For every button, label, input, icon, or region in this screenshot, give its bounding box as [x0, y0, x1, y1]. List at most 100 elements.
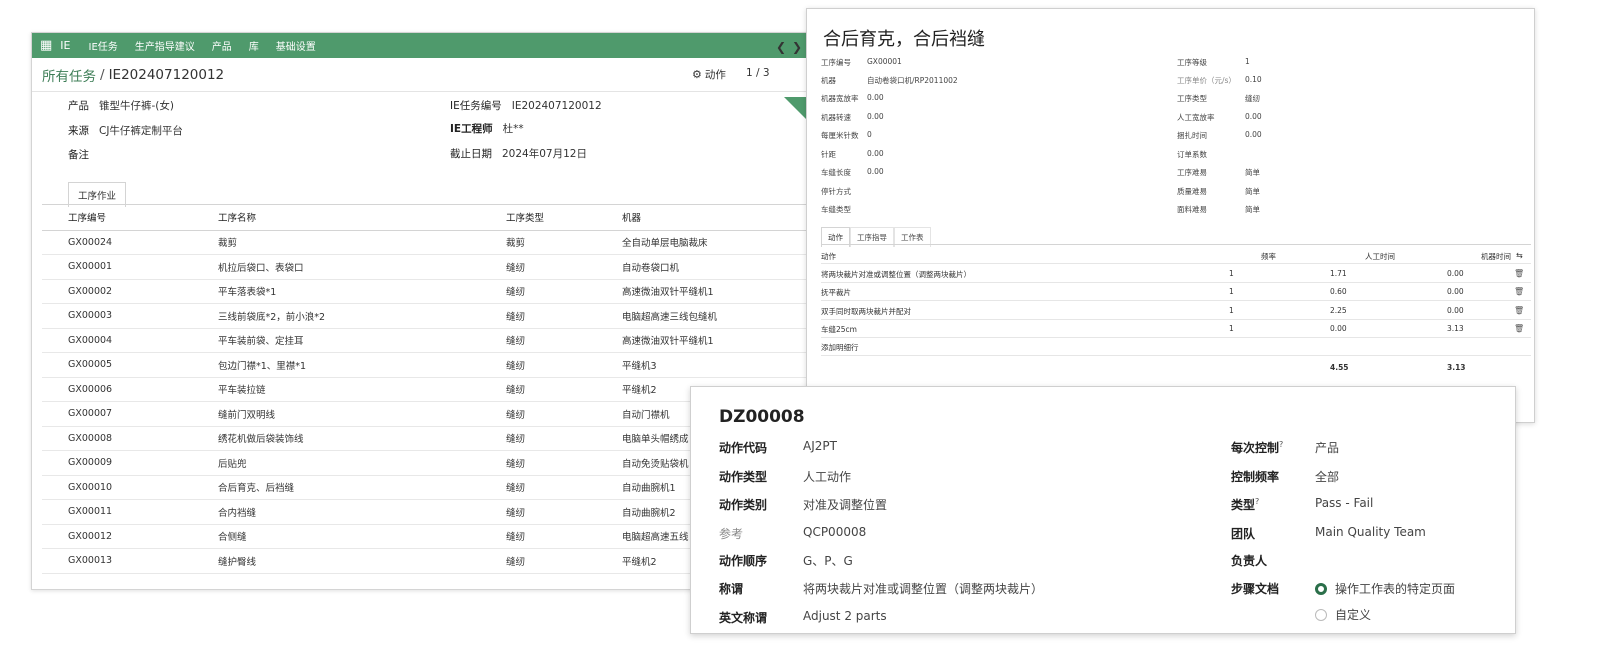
- action-field-value[interactable]: 全部: [1315, 468, 1339, 485]
- action-field-value[interactable]: 人工动作: [803, 468, 851, 485]
- op-field-value[interactable]: 0.00: [867, 167, 884, 176]
- op-row-divider: [821, 319, 1531, 320]
- radio-specific-page[interactable]: 操作工作表的特定页面: [1315, 580, 1455, 597]
- table-header-row: 工序编号 工序名称 工序类型 机器: [42, 205, 882, 231]
- op-field-value[interactable]: 简单: [1245, 186, 1260, 197]
- action-field-value[interactable]: 对准及调整位置: [803, 496, 887, 513]
- top-navbar: ▦ IE IE任务 生产指导建议 产品 库 基础设置: [32, 33, 882, 58]
- tab-bar: 工序作业: [68, 181, 127, 207]
- trash-icon[interactable]: 🗑: [1514, 287, 1524, 296]
- nav-item-products[interactable]: 产品: [212, 38, 232, 53]
- op-field-value[interactable]: 0: [867, 130, 872, 139]
- nav-item-settings[interactable]: 基础设置: [276, 38, 316, 53]
- engineer-value[interactable]: 杜**: [503, 123, 524, 135]
- op-col-header-frequency[interactable]: 频率: [1261, 251, 1276, 262]
- op-cell-action: 车缝25cm: [821, 325, 857, 334]
- action-field-label: 每次控制: [1231, 441, 1280, 455]
- task-no-label: IE任务编号: [450, 100, 502, 112]
- col-header-op-type[interactable]: 工序类型: [480, 205, 596, 231]
- op-field-label: 订单系数: [1177, 150, 1207, 159]
- gear-icon: ⚙: [692, 68, 702, 81]
- nav-item-library[interactable]: 库: [249, 38, 259, 53]
- op-field-right: 面料难易 简单: [1177, 204, 1260, 215]
- op-field-value[interactable]: 1: [1245, 57, 1250, 66]
- chevron-right-icon[interactable]: ❯: [792, 40, 802, 54]
- apps-grid-icon[interactable]: ▦: [40, 38, 52, 53]
- cell-op-no: GX00009: [42, 450, 192, 476]
- cell-op-type: 缝纫: [480, 328, 596, 353]
- help-mark[interactable]: ?: [1279, 440, 1283, 449]
- op-field-value[interactable]: GX00001: [867, 57, 902, 66]
- app-name[interactable]: IE: [60, 39, 70, 52]
- op-cell-manual-time: 1.71: [1330, 269, 1347, 278]
- action-field-value[interactable]: Main Quality Team: [1315, 525, 1426, 539]
- action-field-label: 类型: [1231, 498, 1256, 512]
- op-field-left: 车缝长度 0.00: [821, 167, 884, 178]
- action-field-value[interactable]: 将两块裁片对准或调整位置（调整两块裁片）: [803, 580, 1043, 597]
- op-cell-machine-time: 0.00: [1447, 287, 1464, 296]
- radio-custom[interactable]: 自定义: [1315, 606, 1371, 623]
- table-row[interactable]: GX00003 三线前袋底*2，前小浪*2 缝纫 电脑超高速三线包缝机: [42, 303, 882, 329]
- radio-unselected-icon[interactable]: [1315, 608, 1327, 621]
- op-field-value[interactable]: 0.00: [867, 149, 884, 158]
- cell-op-no: GX00012: [42, 524, 192, 549]
- op-field-label: 车缝类型: [821, 205, 851, 214]
- cell-op-name: 后贴兜: [192, 450, 480, 476]
- op-field-value[interactable]: 0.10: [1245, 75, 1262, 84]
- op-field-label: 工序等级: [1177, 58, 1207, 67]
- action-field-value[interactable]: Adjust 2 parts: [803, 609, 887, 623]
- op-col-header-manual-time[interactable]: 人工时间: [1365, 251, 1395, 262]
- op-field-value[interactable]: 0.00: [1245, 130, 1262, 139]
- op-field-value[interactable]: 简单: [1245, 204, 1260, 215]
- op-field-value[interactable]: 自动卷袋口机/RP2011002: [867, 75, 958, 86]
- op-field-value[interactable]: 缝纫: [1245, 93, 1260, 104]
- table-row[interactable]: GX00002 平车落表袋*1 缝纫 高速微油双针平缝机1: [42, 279, 882, 304]
- breadcrumb-root[interactable]: 所有任务: [42, 65, 96, 85]
- chevron-left-icon[interactable]: ❮: [776, 40, 786, 54]
- action-field-value[interactable]: Pass - Fail: [1315, 496, 1373, 510]
- col-header-op-name[interactable]: 工序名称: [192, 205, 480, 231]
- action-field-value[interactable]: AJ2PT: [803, 439, 837, 453]
- cell-op-type: 缝纫: [480, 426, 596, 451]
- table-row[interactable]: GX00005 包边门襟*1、里襟*1 缝纫 平缝机3: [42, 352, 882, 378]
- add-line-link[interactable]: 添加明细行: [821, 342, 859, 353]
- op-col-header-machine-time[interactable]: 机器时间: [1481, 251, 1511, 262]
- op-total-manual: 4.55: [1330, 363, 1349, 372]
- op-cell-action: 将两块裁片对准或调整位置（调整两块裁片）: [821, 270, 971, 279]
- cell-op-type: 缝纫: [480, 377, 596, 402]
- trash-icon[interactable]: 🗑: [1514, 324, 1524, 333]
- deadline-value[interactable]: 2024年07月12日: [502, 148, 587, 160]
- source-value[interactable]: CJ牛仔裤定制平台: [99, 125, 183, 137]
- trash-icon[interactable]: 🗑: [1514, 306, 1524, 315]
- trash-icon[interactable]: 🗑: [1514, 269, 1524, 278]
- op-field-value[interactable]: 简单: [1245, 167, 1260, 178]
- actions-menu[interactable]: ⚙ 动作: [692, 67, 726, 82]
- table-row[interactable]: GX00024 裁剪 裁剪 全自动单层电脑裁床: [42, 230, 882, 255]
- table-row[interactable]: GX00001 机拉后袋口、表袋口 缝纫 自动卷袋口机: [42, 254, 882, 280]
- op-cell-manual-time: 2.25: [1330, 306, 1347, 315]
- cell-op-name: 平车装拉链: [192, 377, 480, 402]
- op-col-header-action[interactable]: 动作: [821, 251, 836, 262]
- action-field-label: 控制频率: [1231, 470, 1280, 484]
- op-field-value[interactable]: 0.00: [1245, 112, 1262, 121]
- col-header-op-no[interactable]: 工序编号: [42, 205, 192, 231]
- action-field-value[interactable]: G、P、G: [803, 552, 853, 569]
- radio-selected-icon[interactable]: [1315, 582, 1327, 595]
- nav-item-production-advice[interactable]: 生产指导建议: [135, 38, 195, 53]
- note-label: 备注: [68, 149, 89, 161]
- nav-item-ie-tasks[interactable]: IE任务: [89, 38, 118, 53]
- radio-label: 自定义: [1335, 608, 1372, 622]
- action-field-value[interactable]: 产品: [1315, 439, 1339, 456]
- column-settings-icon[interactable]: ⇆: [1516, 251, 1523, 260]
- help-mark[interactable]: ?: [1255, 497, 1259, 506]
- action-field: 英文称谓 Adjust 2 parts: [719, 609, 887, 626]
- table-row[interactable]: GX00004 平车装前袋、定挂耳 缝纫 高速微油双针平缝机1: [42, 328, 882, 353]
- product-label: 产品: [68, 100, 89, 112]
- pager-value: 1 / 3: [746, 67, 770, 79]
- action-field-right: 步骤文档: [1231, 580, 1279, 597]
- action-field-value[interactable]: QCP00008: [803, 525, 866, 539]
- op-field-value[interactable]: 0.00: [867, 112, 884, 121]
- cell-op-no: GX00002: [42, 279, 192, 304]
- product-value[interactable]: 锥型牛仔裤-(女): [99, 100, 174, 112]
- op-field-value[interactable]: 0.00: [867, 93, 884, 102]
